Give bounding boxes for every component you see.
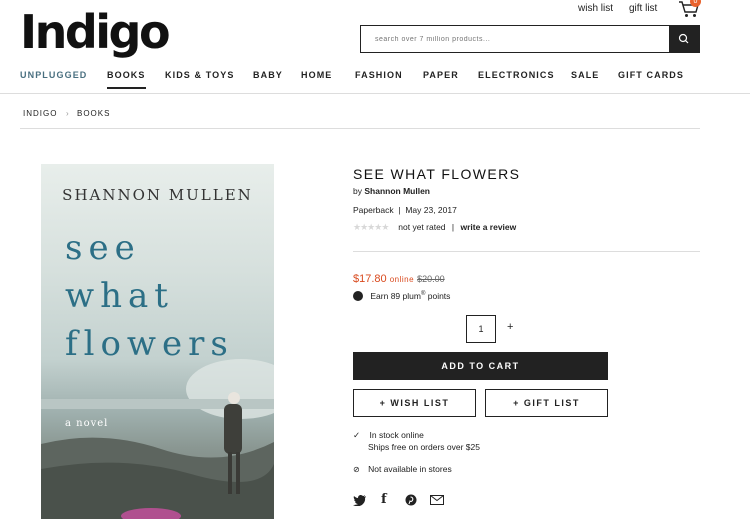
store-availability: ⊘ Not available in stores xyxy=(353,464,452,474)
nav-kids-toys[interactable]: KIDS & TOYS xyxy=(165,70,234,80)
nav-divider xyxy=(0,93,750,94)
write-review-link[interactable]: write a review xyxy=(461,222,517,232)
quantity-increment-button[interactable]: + xyxy=(507,321,513,333)
plum-points: Earn 89 plum® points xyxy=(353,291,450,301)
nav-electronics[interactable]: ELECTRONICS xyxy=(478,70,555,80)
search-button[interactable] xyxy=(669,26,699,52)
format: Paperback xyxy=(353,205,394,215)
nav-fashion[interactable]: FASHION xyxy=(355,70,403,80)
add-to-wish-list-button[interactable]: + WISH LIST xyxy=(353,389,476,417)
plum-registered: ® xyxy=(420,291,426,298)
add-to-gift-list-button[interactable]: + GIFT LIST xyxy=(485,389,608,417)
rating-separator: | xyxy=(451,222,455,232)
plum-text: Earn 89 plum xyxy=(370,291,421,301)
plum-icon xyxy=(353,291,363,301)
original-price: $20.00 xyxy=(417,274,445,284)
online-availability: ✓ In stock online xyxy=(353,430,424,441)
main-nav: UNPLUGGED BOOKS KIDS & TOYS BABY HOME FA… xyxy=(0,70,750,94)
check-icon: ✓ xyxy=(353,431,361,441)
price-line: $17.80 online $20.00 xyxy=(353,273,445,285)
add-to-cart-button[interactable]: ADD TO CART xyxy=(353,352,608,380)
publish-date: May 23, 2017 xyxy=(405,205,457,215)
rating-text: not yet rated xyxy=(398,222,446,232)
nav-paper[interactable]: PAPER xyxy=(423,70,459,80)
book-cover-image: SHANNON MULLEN see what flowers a novel xyxy=(41,164,274,519)
nav-unplugged[interactable]: UNPLUGGED xyxy=(20,70,87,80)
breadcrumb-indigo[interactable]: INDIGO xyxy=(23,109,57,118)
format-line: Paperback | May 23, 2017 xyxy=(353,205,457,215)
pinterest-icon[interactable] xyxy=(405,494,417,506)
cover-title-line1: see xyxy=(65,228,141,268)
plum-suffix: points xyxy=(427,291,451,301)
nav-gift-cards[interactable]: GIFT CARDS xyxy=(618,70,684,80)
indigo-logo[interactable]: Indigo xyxy=(20,6,171,58)
rating-line: ★★★★★ not yet rated | write a review xyxy=(353,222,613,233)
cover-subtitle: a novel xyxy=(65,418,109,429)
gift-list-link[interactable]: gift list xyxy=(629,3,657,14)
facebook-icon[interactable]: f xyxy=(381,492,387,507)
star-icon: ★ xyxy=(381,223,389,233)
quantity-input[interactable]: 1 xyxy=(466,315,496,343)
meta-separator: | xyxy=(398,205,401,215)
price-label: online xyxy=(389,275,415,284)
breadcrumb-chevron-icon: › xyxy=(66,109,70,118)
cover-title-line3: flowers xyxy=(65,324,234,364)
nav-books[interactable]: BOOKS xyxy=(107,70,146,89)
breadcrumb-divider xyxy=(20,128,700,129)
cover-title-line2: what xyxy=(65,276,174,316)
search-input[interactable] xyxy=(361,26,671,52)
shipping-note: Ships free on orders over $25 xyxy=(368,442,480,452)
breadcrumb-books[interactable]: BOOKS xyxy=(77,109,110,118)
sale-price: $17.80 xyxy=(353,273,387,285)
author-link[interactable]: Shannon Mullen xyxy=(364,186,430,196)
star-rating: ★★★★★ xyxy=(353,223,390,233)
twitter-icon[interactable] xyxy=(353,494,367,506)
cover-author: SHANNON MULLEN xyxy=(62,186,253,204)
unavailable-icon: ⊘ xyxy=(353,465,360,474)
nav-home[interactable]: HOME xyxy=(301,70,332,80)
stock-status: In stock online xyxy=(369,430,424,440)
info-divider xyxy=(353,251,700,252)
product-title: SEE WHAT FLOWERS xyxy=(353,166,521,182)
store-status: Not available in stores xyxy=(368,464,452,474)
wish-list-link[interactable]: wish list xyxy=(578,3,613,14)
by-label: by xyxy=(353,186,362,196)
product-byline: by Shannon Mullen xyxy=(353,186,430,196)
search-icon xyxy=(678,33,689,44)
search-bar xyxy=(360,25,700,53)
nav-baby[interactable]: BABY xyxy=(253,70,283,80)
email-icon[interactable] xyxy=(430,495,444,505)
nav-sale[interactable]: SALE xyxy=(571,70,599,80)
